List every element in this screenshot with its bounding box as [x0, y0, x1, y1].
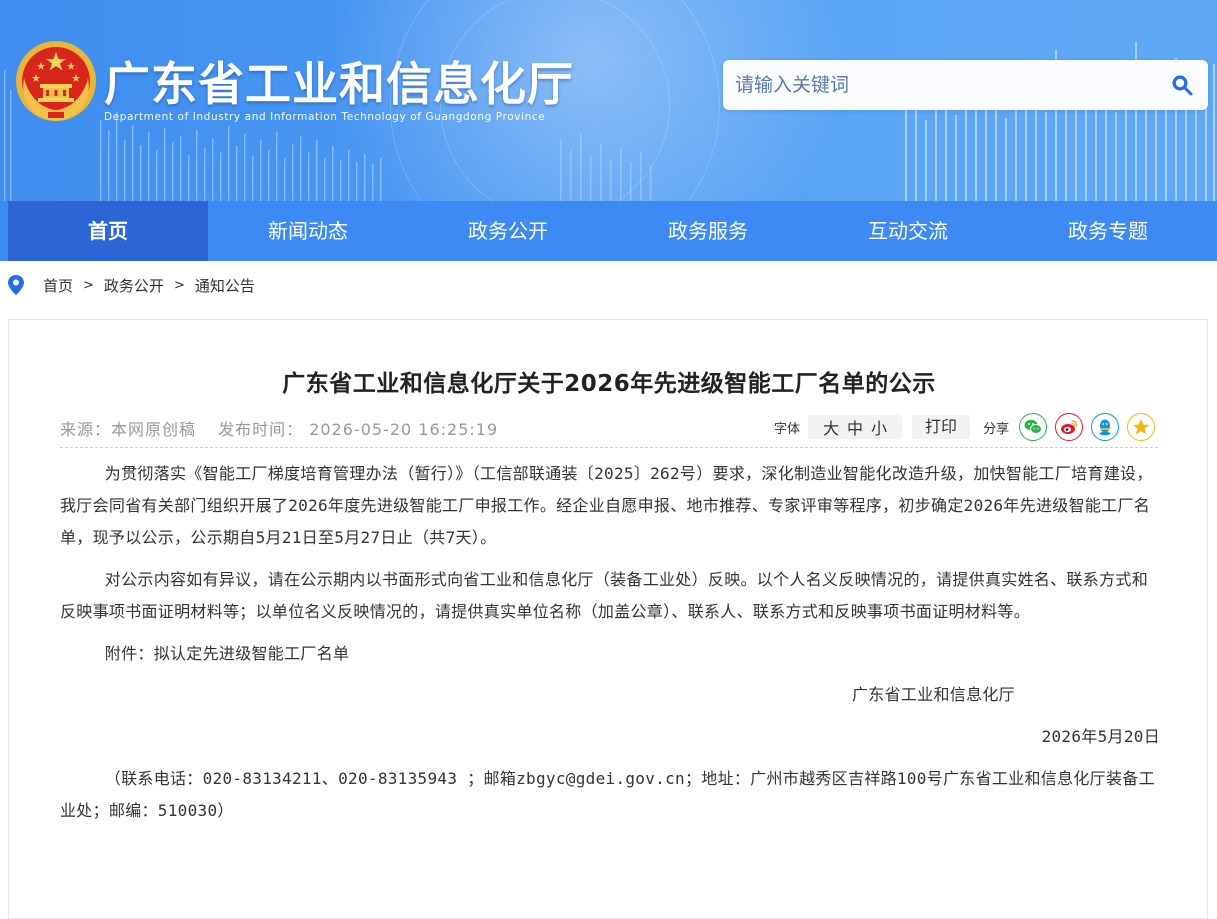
- article-date: 2026年5月20日: [1041, 727, 1160, 746]
- qq-icon[interactable]: [1091, 413, 1120, 441]
- article-card: 广东省工业和信息化厅关于2026年先进级智能工厂名单的公示 来源：本网原创稿 发…: [8, 319, 1208, 919]
- font-size-large-button[interactable]: 大: [823, 415, 839, 439]
- breadcrumb: 首页 > 政务公开 > 通知公告: [8, 272, 255, 298]
- contact-info: （联系电话：020-83134211、020-83135943 ；邮箱zbgyc…: [60, 769, 1155, 820]
- breadcrumb-home[interactable]: 首页: [43, 275, 73, 296]
- nav-item-home[interactable]: 首页: [8, 201, 208, 261]
- wechat-icon[interactable]: [1019, 413, 1048, 441]
- article-publish-time: 发布时间： 2026-05-20 16:25:19: [218, 420, 499, 439]
- weibo-icon[interactable]: [1055, 413, 1084, 441]
- search-input[interactable]: [723, 60, 1163, 110]
- breadcrumb-separator: >: [173, 277, 185, 293]
- qzone-icon[interactable]: [1127, 413, 1156, 441]
- nav-item-interaction[interactable]: 互动交流: [808, 201, 1008, 261]
- location-pin-icon: [8, 275, 24, 295]
- article-tools: 字体 大 中 小 打印 分享: [774, 412, 1163, 442]
- site-header: 广东省工业和信息化厅 Department of Industry and In…: [0, 0, 1217, 201]
- main-nav: 首页 新闻动态 政务公开 政务服务 互动交流 政务专题: [0, 201, 1217, 261]
- article-source: 来源：本网原创稿: [60, 420, 197, 439]
- nav-item-special-topics[interactable]: 政务专题: [1008, 201, 1208, 261]
- print-button[interactable]: 打印: [912, 415, 971, 439]
- search-icon[interactable]: [1170, 73, 1194, 97]
- attachment-link[interactable]: 附件：拟认定先进级智能工厂名单: [60, 638, 1160, 670]
- share-label: 分享: [983, 421, 1010, 437]
- nav-item-gov-affairs-public[interactable]: 政务公开: [408, 201, 608, 261]
- article-title: 广东省工业和信息化厅关于2026年先进级智能工厂名单的公示: [282, 371, 936, 397]
- nav-item-news[interactable]: 新闻动态: [208, 201, 408, 261]
- article-paragraph: 为贯彻落实《智能工厂梯度培育管理办法（暂行）》（工信部联通装〔2025〕262号…: [60, 464, 1153, 547]
- article-paragraph: 对公示内容如有异议，请在公示期内以书面形式向省工业和信息化厅（装备工业处）反映。…: [60, 570, 1148, 621]
- article-meta: 来源：本网原创稿 发布时间： 2026-05-20 16:25:19: [60, 416, 514, 440]
- breadcrumb-gov-affairs-public[interactable]: 政务公开: [104, 275, 164, 296]
- font-size-label: 字体: [774, 421, 801, 437]
- article-body: 为贯彻落实《智能工厂梯度培育管理办法（暂行）》（工信部联通装〔2025〕262号…: [60, 458, 1160, 827]
- meta-divider: [60, 447, 1158, 448]
- article-signature: 广东省工业和信息化厅: [851, 685, 1015, 704]
- site-title: 广东省工业和信息化厅: [104, 57, 574, 111]
- search-box: [723, 60, 1208, 110]
- font-size-medium-button[interactable]: 中: [847, 415, 863, 439]
- font-size-switcher: 大 中 小: [808, 415, 903, 439]
- nav-item-gov-services[interactable]: 政务服务: [608, 201, 808, 261]
- national-emblem-icon: [16, 41, 96, 121]
- breadcrumb-separator: >: [83, 277, 94, 293]
- site-subtitle: Department of Industry and Information T…: [104, 111, 546, 123]
- font-size-small-button[interactable]: 小: [871, 415, 887, 439]
- breadcrumb-notices[interactable]: 通知公告: [195, 275, 255, 296]
